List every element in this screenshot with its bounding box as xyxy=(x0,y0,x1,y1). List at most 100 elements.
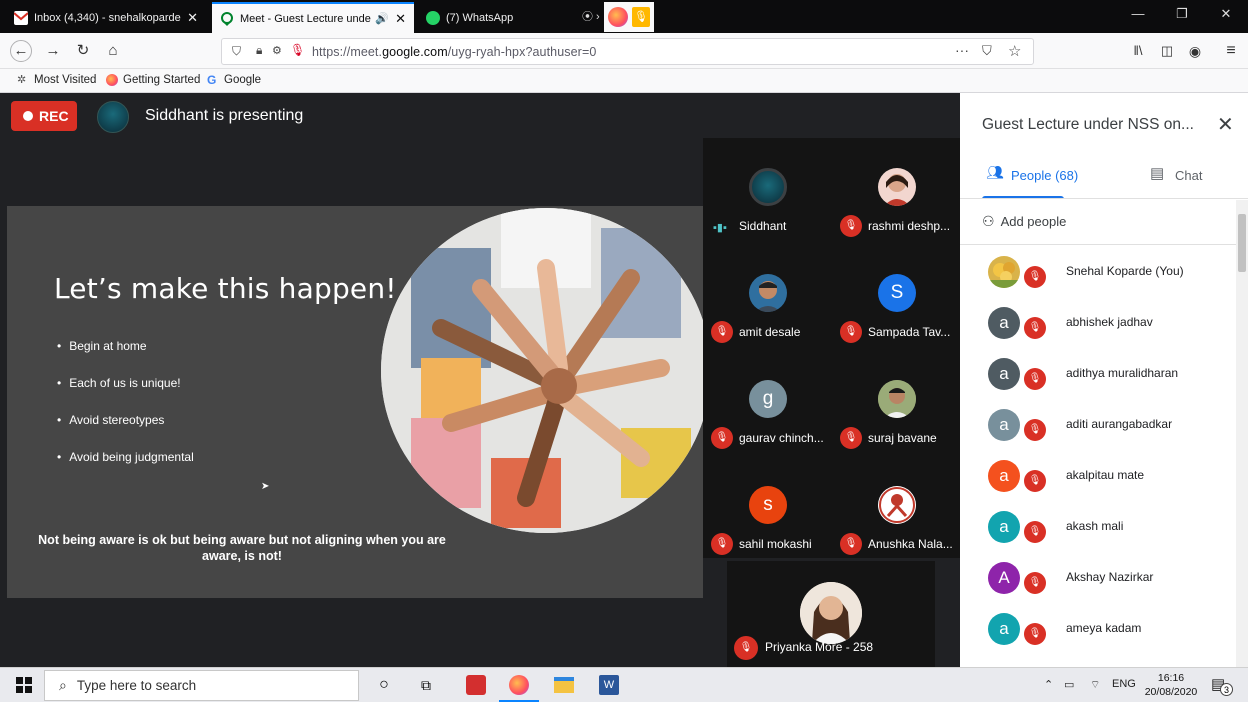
muted-mic-icon: 🎙︎ xyxy=(711,533,733,555)
battery-icon[interactable]: ▭ xyxy=(1064,678,1074,691)
participant-tile[interactable]: S 🎙︎ Sampada Tav... xyxy=(832,244,960,350)
tab-whatsapp[interactable]: (7) WhatsApp xyxy=(418,3,578,32)
minimize-icon[interactable]: — xyxy=(1116,0,1160,33)
whatsapp-icon xyxy=(426,10,440,25)
permissions-icon[interactable]: ⚙ xyxy=(272,44,282,57)
account-icon[interactable]: ◉ xyxy=(1184,40,1206,62)
person-name: abhishek jadhav xyxy=(1066,315,1153,329)
library-icon[interactable]: ‖\ xyxy=(1127,40,1149,62)
tab-label: (7) WhatsApp xyxy=(446,11,514,24)
address-bar[interactable]: ⛉ 🔒︎ ⚙ 🎙 https://meet.google.com/uyg-rya… xyxy=(221,38,1034,65)
close-icon[interactable]: ✕ xyxy=(187,10,198,26)
microphone-icon[interactable]: 🎙 xyxy=(290,43,305,57)
recording-badge[interactable]: REC xyxy=(11,101,77,131)
search-icon: ⌕ xyxy=(59,677,67,693)
avatar xyxy=(749,274,787,312)
list-item[interactable]: a 🎙︎ akash mali xyxy=(988,511,1228,555)
avatar: S xyxy=(878,274,916,312)
home-icon[interactable]: ⌂ xyxy=(102,40,124,62)
notification-center-icon[interactable]: ▤ 3 xyxy=(1211,675,1233,696)
featured-participant-tile[interactable]: 🎙︎ Priyanka More - 258 xyxy=(727,561,935,667)
bookmark-label: Getting Started xyxy=(123,74,201,86)
sidebar-icon[interactable]: ◫ xyxy=(1156,40,1178,62)
add-people-button[interactable]: ⚇ Add people xyxy=(982,213,1066,230)
avatar xyxy=(749,168,787,206)
tab-people[interactable]: 👥︎ People (68) xyxy=(960,151,1104,199)
bookmark-google[interactable]: G Google xyxy=(207,74,261,86)
tab-gmail[interactable]: Inbox (4,340) - snehalkoparde@ ✕ xyxy=(6,3,206,32)
reload-icon[interactable]: ↻ xyxy=(72,40,94,62)
participant-tile[interactable]: 🎙︎ amit desale xyxy=(703,244,831,350)
chat-icon: ▤ xyxy=(1150,165,1165,182)
chevron-up-icon[interactable]: ⌃ xyxy=(1044,678,1053,691)
back-arrow-icon[interactable]: ← xyxy=(10,40,32,62)
firefox-sharing-indicator[interactable]: 🎙 xyxy=(604,2,654,32)
participant-tile[interactable]: g 🎙︎ gaurav chinch... xyxy=(703,350,831,456)
participant-tile[interactable]: 🎙︎ rashmi deshp... xyxy=(832,138,960,244)
list-item[interactable]: a 🎙︎ aditi aurangabadkar xyxy=(988,409,1228,453)
gear-icon: ✲ xyxy=(17,74,27,86)
acrobat-icon[interactable] xyxy=(464,674,488,696)
scrollbar-thumb[interactable] xyxy=(1238,214,1246,272)
window-controls: — ❐ ✕ xyxy=(1116,0,1248,33)
participant-tile[interactable]: s 🎙︎ sahil mokashi xyxy=(703,456,831,562)
word-icon[interactable]: W xyxy=(597,674,621,696)
list-item[interactable]: a 🎙︎ abhishek jadhav xyxy=(988,307,1228,351)
hands-together-image xyxy=(381,208,703,533)
muted-mic-icon: 🎙︎ xyxy=(1024,419,1046,441)
participant-tile[interactable]: ▪▮▪ Siddhant xyxy=(703,138,831,244)
url-text: https://meet.google.com/uyg-ryah-hpx?aut… xyxy=(312,45,597,59)
tab-chat[interactable]: ▤ Chat xyxy=(1104,151,1248,199)
slide-bullet: Each of us is unique! xyxy=(57,376,180,390)
file-explorer-icon[interactable] xyxy=(552,674,576,696)
gmail-icon xyxy=(13,10,29,25)
media-play-icon[interactable]: ⦿ › xyxy=(582,8,600,24)
task-view-icon[interactable]: ⧉ xyxy=(414,674,438,696)
restore-icon[interactable]: ❐ xyxy=(1160,0,1204,33)
person-name: adithya muralidharan xyxy=(1066,366,1179,380)
cortana-icon[interactable]: ○ xyxy=(372,674,396,696)
lock-icon[interactable]: 🔒︎ xyxy=(256,43,262,58)
firefox-icon[interactable] xyxy=(507,674,531,696)
avatar xyxy=(800,582,862,644)
wifi-icon[interactable]: ⌔ xyxy=(1090,678,1100,692)
speaker-icon[interactable]: 🔊 xyxy=(375,12,389,25)
window-close-icon[interactable]: ✕ xyxy=(1204,0,1248,33)
muted-mic-icon: 🎙︎ xyxy=(1024,368,1046,390)
bookmark-most-visited[interactable]: ✲ Most Visited xyxy=(17,74,96,86)
browser-tab-bar: Inbox (4,340) - snehalkoparde@ ✕ Meet - … xyxy=(0,0,1248,33)
participant-tile[interactable]: 🎙︎ Anushka Nala... xyxy=(832,456,960,562)
forward-arrow-icon[interactable]: → xyxy=(42,40,64,62)
divider xyxy=(960,244,1236,245)
list-item[interactable]: a 🎙︎ adithya muralidharan xyxy=(988,358,1228,402)
browser-nav-bar: ← → ↻ ⌂ ⛉ 🔒︎ ⚙ 🎙 https://meet.google.com… xyxy=(0,33,1248,69)
muted-mic-icon: 🎙︎ xyxy=(1024,521,1046,543)
participant-tile[interactable]: 🎙︎ suraj bavane xyxy=(832,350,960,456)
close-icon[interactable]: ✕ xyxy=(1217,112,1234,137)
shield-icon[interactable]: ⛉ xyxy=(232,44,241,59)
add-person-icon: ⚇ xyxy=(982,213,995,229)
avatar: a xyxy=(988,358,1020,390)
participant-name: Siddhant xyxy=(739,219,787,233)
windows-start-icon[interactable] xyxy=(12,674,36,696)
muted-mic-icon: 🎙︎ xyxy=(1024,623,1046,645)
pocket-icon[interactable]: ⛉ xyxy=(982,43,992,59)
muted-mic-icon: 🎙︎ xyxy=(840,215,862,237)
language-indicator[interactable]: ENG xyxy=(1112,678,1136,690)
menu-icon[interactable]: ≡ xyxy=(1220,40,1242,62)
list-item[interactable]: a 🎙︎ ameya kadam xyxy=(988,613,1228,657)
bookmark-getting-started[interactable]: Getting Started xyxy=(106,74,200,86)
recording-label: REC xyxy=(39,108,69,124)
taskbar-search-input[interactable]: ⌕ Type here to search xyxy=(44,670,359,701)
divider xyxy=(960,198,1248,199)
tab-meet[interactable]: Meet - Guest Lecture under 🔊 ✕ xyxy=(212,2,414,33)
list-item[interactable]: A 🎙︎ Akshay Nazirkar xyxy=(988,562,1228,606)
list-item[interactable]: 🎙︎ Snehal Koparde (You) xyxy=(988,256,1228,300)
add-people-label: Add people xyxy=(1000,214,1067,229)
clock[interactable]: 16:16 20/08/2020 xyxy=(1143,671,1199,699)
list-item[interactable]: a 🎙︎ akalpitau mate xyxy=(988,460,1228,504)
bookmark-star-icon[interactable]: ☆ xyxy=(1008,42,1021,60)
page-actions-icon[interactable]: ··· xyxy=(955,42,969,58)
people-scrollbar[interactable] xyxy=(1236,200,1248,667)
close-icon[interactable]: ✕ xyxy=(395,11,406,27)
